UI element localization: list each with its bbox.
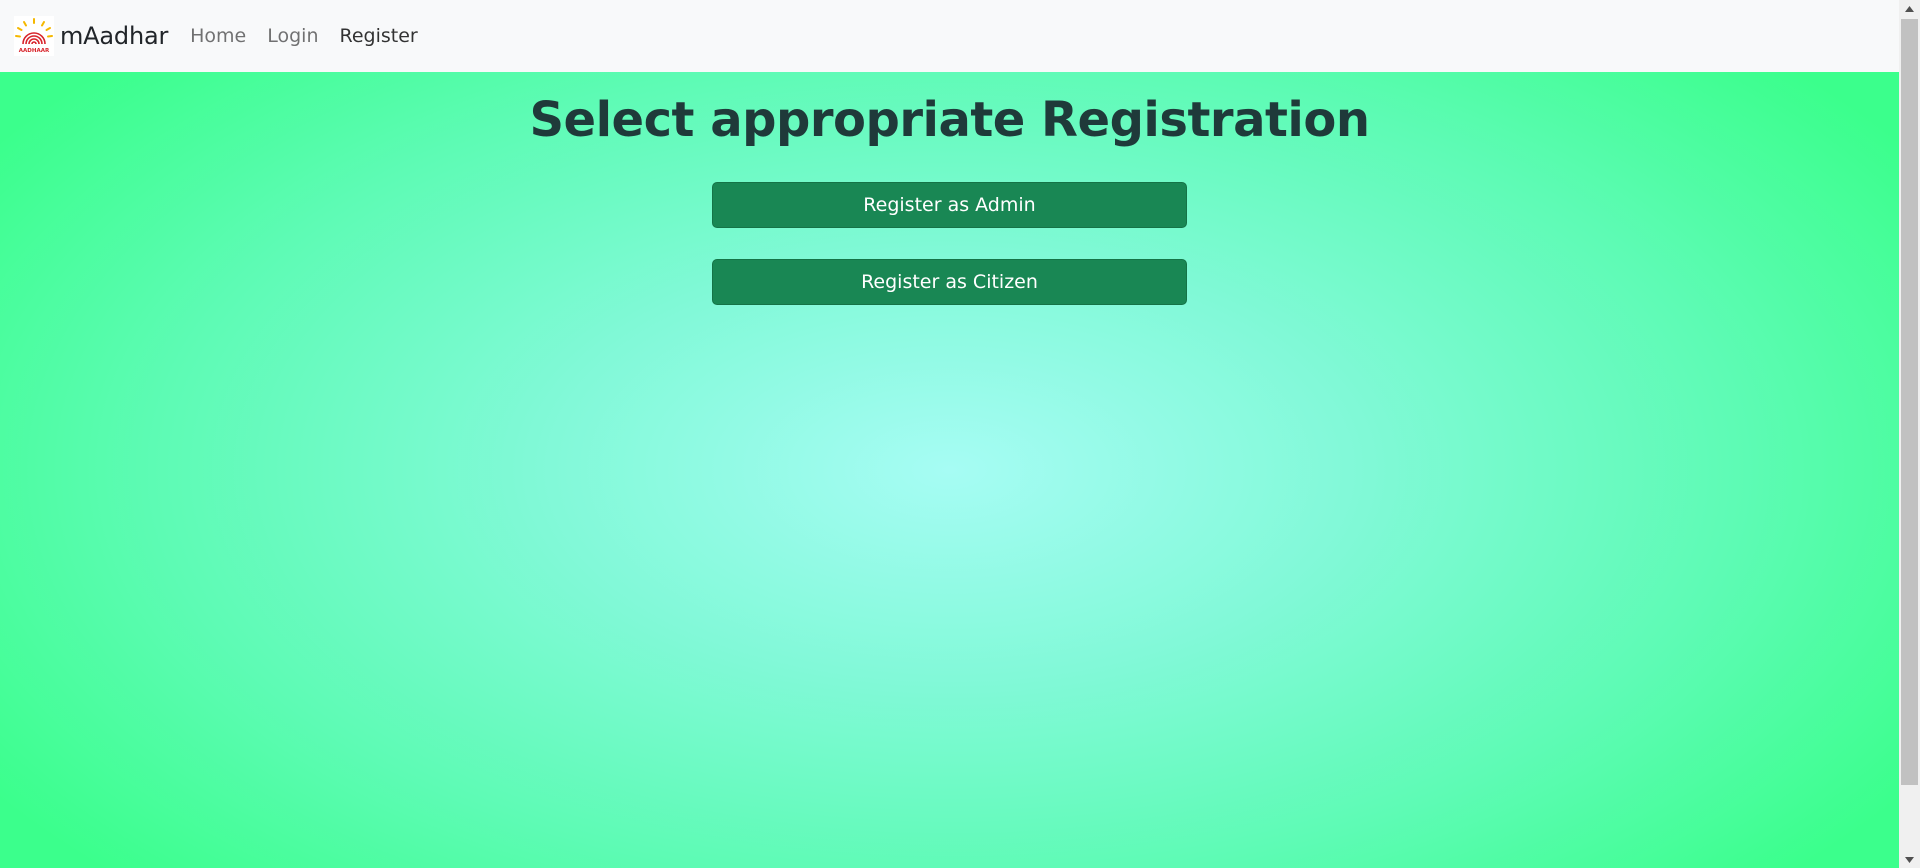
- logo-text: AADHAAR: [19, 48, 50, 54]
- page: AADHAAR mAadhar Home Login Register Sele…: [0, 0, 1920, 868]
- chevron-up-icon: [1905, 5, 1914, 12]
- navbar: AADHAAR mAadhar Home Login Register: [0, 0, 1899, 72]
- chevron-down-icon: [1905, 856, 1914, 863]
- nav-links: Home Login Register: [190, 25, 439, 47]
- nav-link-home[interactable]: Home: [190, 25, 246, 47]
- nav-link-login[interactable]: Login: [267, 25, 318, 47]
- nav-link-register[interactable]: Register: [340, 25, 418, 47]
- scrollbar-thumb[interactable]: [1901, 19, 1918, 785]
- vertical-scrollbar[interactable]: [1899, 0, 1920, 868]
- brand-link[interactable]: AADHAAR mAadhar: [14, 16, 168, 56]
- register-as-citizen-button[interactable]: Register as Citizen: [712, 259, 1187, 305]
- register-as-admin-button[interactable]: Register as Admin: [712, 182, 1187, 228]
- aadhaar-logo-icon: AADHAAR: [14, 16, 54, 56]
- scroll-up-button[interactable]: [1899, 0, 1920, 17]
- scroll-down-button[interactable]: [1899, 851, 1920, 868]
- brand-name: mAadhar: [60, 22, 169, 50]
- browser-viewport: AADHAAR mAadhar Home Login Register Sele…: [0, 0, 1899, 868]
- main-content: Select appropriate Registration Register…: [0, 72, 1899, 868]
- page-title: Select appropriate Registration: [529, 92, 1370, 148]
